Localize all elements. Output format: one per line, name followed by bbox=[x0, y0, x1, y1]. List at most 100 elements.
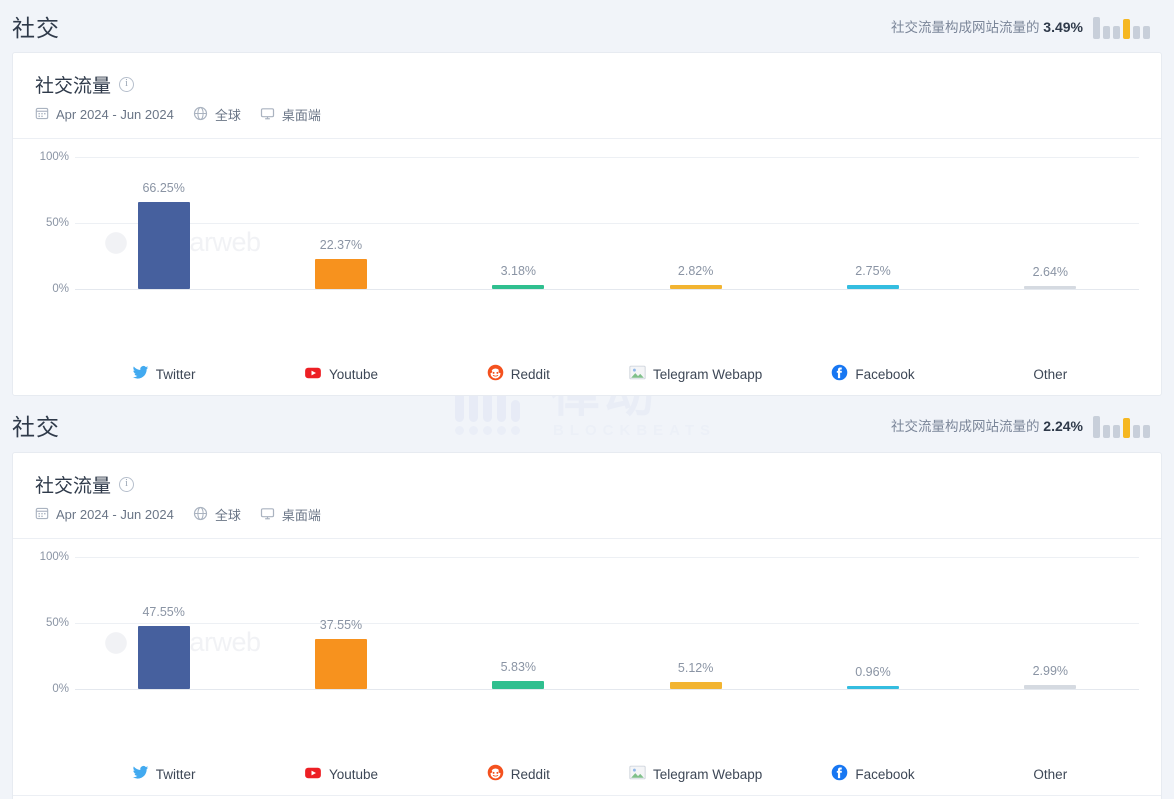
bar-value-label: 66.25% bbox=[142, 181, 184, 195]
globe-icon bbox=[193, 106, 208, 124]
date-range-label[interactable]: Apr 2024 - Jun 2024 bbox=[56, 107, 174, 122]
info-icon[interactable]: i bbox=[119, 477, 134, 492]
legend-item[interactable]: Twitter bbox=[75, 753, 252, 795]
facebook-icon bbox=[831, 764, 848, 784]
bar-column[interactable]: 0.96% bbox=[784, 539, 961, 753]
bar-column[interactable]: 5.83% bbox=[430, 539, 607, 753]
bar[interactable] bbox=[492, 285, 544, 289]
legend-item[interactable]: Telegram Webapp bbox=[607, 353, 784, 395]
y-axis-tick-label: 100% bbox=[27, 151, 69, 163]
legend-item[interactable]: Telegram Webapp bbox=[607, 753, 784, 795]
region-label[interactable]: 全球 bbox=[215, 505, 241, 524]
bar-column[interactable]: 2.82% bbox=[607, 139, 784, 353]
bar-column[interactable]: 47.55% bbox=[75, 539, 252, 753]
bar-value-label: 0.96% bbox=[855, 665, 890, 679]
bar[interactable] bbox=[847, 285, 899, 289]
legend-item[interactable]: Reddit bbox=[430, 753, 607, 795]
bar-column[interactable]: 2.99% bbox=[962, 539, 1139, 753]
summary-prefix-2: 社交流量构成网站流量的 bbox=[891, 419, 1040, 434]
bar[interactable] bbox=[1024, 685, 1076, 689]
info-icon[interactable]: i bbox=[119, 77, 134, 92]
bar-column[interactable]: 22.37% bbox=[252, 139, 429, 353]
indicator-bar bbox=[1133, 26, 1140, 39]
page-title: 社交 bbox=[12, 9, 60, 43]
indicator-bar bbox=[1123, 418, 1130, 438]
calendar-icon bbox=[35, 506, 49, 523]
social-traffic-card-1: 社交流量 i Apr 2024 - Jun 2024 全球 桌面端 bbox=[12, 52, 1162, 396]
legend-item[interactable]: Twitter bbox=[75, 353, 252, 395]
indicator-bar bbox=[1103, 425, 1110, 438]
legend-item[interactable]: Facebook bbox=[784, 753, 961, 795]
indicator-bar bbox=[1093, 416, 1100, 438]
bar-column[interactable]: 37.55% bbox=[252, 539, 429, 753]
legend-item[interactable]: Youtube bbox=[252, 353, 429, 395]
indicator-bar bbox=[1143, 26, 1150, 39]
card-filters-2: Apr 2024 - Jun 2024 全球 桌面端 bbox=[35, 505, 1139, 524]
twitter-icon bbox=[132, 364, 149, 384]
twitter-icon bbox=[132, 764, 149, 784]
legend-label: Twitter bbox=[156, 767, 196, 782]
indicator-bar bbox=[1113, 425, 1120, 438]
bar[interactable] bbox=[1024, 286, 1076, 289]
reddit-icon bbox=[487, 364, 504, 384]
bar[interactable] bbox=[138, 626, 190, 689]
region-label[interactable]: 全球 bbox=[215, 105, 241, 124]
bar-group: 66.25% 22.37% 3.18% 2.82% 2.75% 2.64% bbox=[75, 139, 1139, 353]
legend-item[interactable]: Facebook bbox=[784, 353, 961, 395]
indicator-bar bbox=[1093, 17, 1100, 39]
facebook-icon bbox=[831, 364, 848, 384]
bar[interactable] bbox=[847, 686, 899, 689]
bar[interactable] bbox=[670, 682, 722, 689]
y-axis-tick-label: 50% bbox=[27, 217, 69, 229]
bar-column[interactable]: 3.18% bbox=[430, 139, 607, 353]
legend-label: Telegram Webapp bbox=[653, 767, 762, 782]
bar[interactable] bbox=[492, 681, 544, 689]
summary-text: 社交流量构成网站流量的 3.49% bbox=[891, 16, 1083, 36]
card-title: 社交流量 bbox=[35, 71, 111, 98]
traffic-level-indicator-2 bbox=[1093, 412, 1150, 438]
legend-label: Other bbox=[1033, 367, 1067, 382]
bar[interactable] bbox=[138, 202, 190, 289]
bar-column[interactable]: 2.75% bbox=[784, 139, 961, 353]
device-label[interactable]: 桌面端 bbox=[282, 505, 321, 524]
section-summary-2: 社交流量构成网站流量的 2.24% bbox=[891, 412, 1150, 438]
bar-column[interactable]: 5.12% bbox=[607, 539, 784, 753]
legend-item[interactable]: Other bbox=[962, 753, 1139, 795]
chart-area-2: similarweb 0%50%100%47.55%37.55%5.83%5.1… bbox=[13, 538, 1161, 753]
youtube-icon bbox=[304, 764, 322, 785]
monitor-icon bbox=[260, 506, 275, 524]
summary-prefix: 社交流量构成网站流量的 bbox=[891, 20, 1040, 35]
bar[interactable] bbox=[315, 639, 367, 689]
bar-column[interactable]: 2.64% bbox=[962, 139, 1139, 353]
bar-value-label: 5.83% bbox=[501, 660, 536, 674]
bar-value-label: 37.55% bbox=[320, 618, 362, 632]
date-range-label[interactable]: Apr 2024 - Jun 2024 bbox=[56, 507, 174, 522]
legend-item[interactable]: Reddit bbox=[430, 353, 607, 395]
card-header-2: 社交流量 i Apr 2024 - Jun 2024 全球 桌面端 bbox=[13, 453, 1161, 538]
bar-group: 47.55% 37.55% 5.83% 5.12% 0.96% 2.99% bbox=[75, 539, 1139, 753]
bar-value-label: 2.64% bbox=[1033, 265, 1068, 279]
indicator-bar bbox=[1143, 425, 1150, 438]
bar-column[interactable]: 66.25% bbox=[75, 139, 252, 353]
bar[interactable] bbox=[315, 259, 367, 289]
bar-value-label: 2.82% bbox=[678, 264, 713, 278]
legend-label: Other bbox=[1033, 767, 1067, 782]
chart-legend-2: Twitter YoutubeReddit Telegram Webapp Faceb… bbox=[75, 753, 1139, 795]
bar-value-label: 2.75% bbox=[855, 264, 890, 278]
card-title-row-2: 社交流量 i bbox=[35, 471, 1139, 498]
legend-label: Facebook bbox=[855, 767, 914, 782]
legend-item[interactable]: Youtube bbox=[252, 753, 429, 795]
globe-icon bbox=[193, 506, 208, 524]
bar-chart-1: 0%50%100%66.25%22.37%3.18%2.82%2.75%2.64… bbox=[13, 139, 1161, 353]
device-label[interactable]: 桌面端 bbox=[282, 105, 321, 124]
telegram-webapp-icon bbox=[629, 364, 646, 384]
card-title-row: 社交流量 i bbox=[35, 71, 1139, 98]
chart-area-1: similarweb 0%50%100%66.25%22.37%3.18%2.8… bbox=[13, 138, 1161, 353]
traffic-level-indicator bbox=[1093, 13, 1150, 39]
social-traffic-page: 社交 社交流量构成网站流量的 3.49% 社交流量 i Apr 2024 - J… bbox=[0, 0, 1174, 799]
chart-legend-1: TwitterYoutubeRedditTelegram WebappFaceb… bbox=[75, 353, 1139, 395]
bar-value-label: 3.18% bbox=[501, 264, 536, 278]
bar-value-label: 5.12% bbox=[678, 661, 713, 675]
bar[interactable] bbox=[670, 285, 722, 289]
legend-item[interactable]: Other bbox=[962, 353, 1139, 395]
